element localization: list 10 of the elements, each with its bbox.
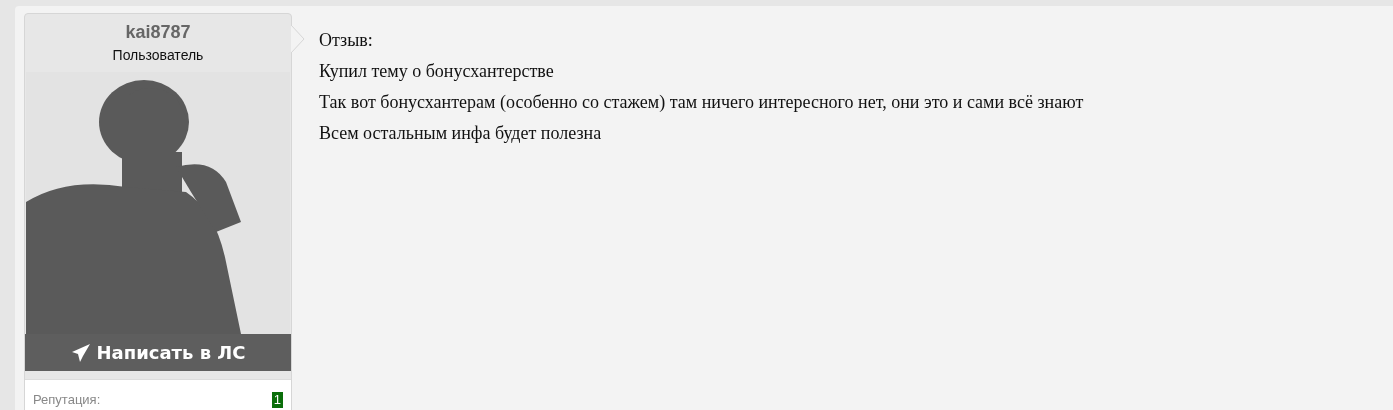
- post-text-line: Купил тему о бонусхантерстве: [319, 60, 555, 83]
- username-link[interactable]: kai8787: [125, 22, 191, 43]
- user-role: Пользователь: [112, 47, 204, 63]
- reputation-label: Репутация:: [33, 392, 101, 409]
- message-button[interactable]: Написать в ЛС: [25, 334, 291, 371]
- post-text-line: Всем остальным инфа будет полезна: [319, 122, 603, 145]
- reputation-badge: 1: [271, 392, 283, 408]
- post-text-line: Так вот бонусхантерам (особенно со стажем) там ничего интересного нет, они это и сами всё знают: [319, 91, 1084, 114]
- paper-plane-icon: [70, 342, 91, 363]
- post-text-line: Отзыв:: [319, 29, 374, 52]
